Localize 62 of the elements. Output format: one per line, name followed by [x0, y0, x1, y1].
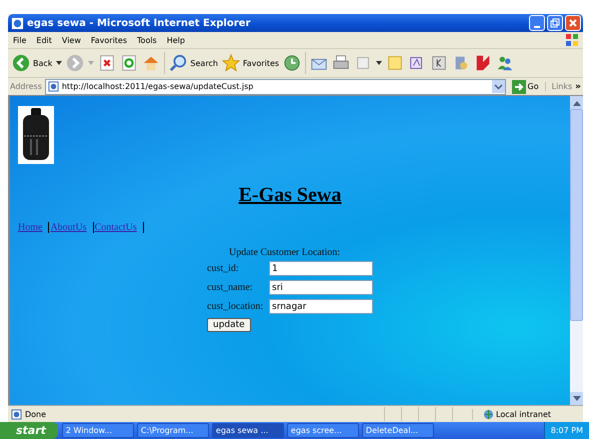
minimize-button[interactable] — [529, 15, 545, 31]
favorites-button[interactable]: Favorites — [222, 54, 280, 72]
dropdown-arrow-icon[interactable] — [56, 61, 62, 65]
taskbar-button[interactable]: C:\Program... — [136, 423, 209, 438]
zone-text: Local intranet — [496, 410, 552, 418]
links-label[interactable]: Links — [544, 82, 572, 91]
windows-logo-icon — [565, 33, 579, 47]
nav-link[interactable]: AboutUs — [50, 222, 94, 233]
menu-item[interactable]: Tools — [132, 36, 162, 44]
dropdown-arrow-icon[interactable] — [376, 61, 382, 65]
field-label: cust_id: — [207, 263, 240, 274]
chevron-text[interactable]: » — [575, 82, 581, 92]
menu-item[interactable]: File — [8, 36, 32, 44]
input-field[interactable]: srnagar — [269, 299, 373, 314]
taskbar-button[interactable]: 2 Window... — [62, 423, 134, 438]
input-field[interactable]: sri — [269, 280, 373, 295]
taskbar-button[interactable]: egas sewa ... — [212, 423, 284, 438]
scrollbar-thumb[interactable] — [570, 109, 583, 321]
refresh-icon[interactable] — [120, 54, 138, 72]
taskbar-button[interactable]: egas scree... — [286, 423, 359, 438]
stop-icon[interactable] — [98, 54, 116, 72]
menu-item[interactable]: Edit — [31, 36, 57, 44]
form-title: Update Customer Location: — [229, 247, 342, 258]
search-button[interactable]: Search — [169, 54, 218, 72]
update-button[interactable]: update — [207, 318, 251, 332]
back-button[interactable]: Back — [12, 54, 52, 72]
window-title: egas sewa - Microsoft Internet Explorer — [27, 18, 252, 28]
menu-item[interactable]: Help — [162, 36, 190, 44]
address-field[interactable]: http://localhost:2011/egas-sewa/updateCust.jsp — [44, 78, 506, 94]
people-icon[interactable] — [496, 54, 514, 72]
restore-button[interactable] — [547, 15, 563, 31]
close-icon — [568, 18, 578, 28]
menu-item[interactable]: Favorites — [86, 36, 132, 44]
page-icon — [48, 81, 59, 92]
restore-icon — [550, 18, 560, 28]
clock-text: 8:07 PM — [550, 426, 583, 435]
address-label: Address — [10, 82, 42, 91]
printer-icon[interactable] — [332, 54, 350, 72]
search-icon — [169, 54, 188, 72]
gas-cylinder-drawing — [18, 106, 54, 164]
scroll-down-icon[interactable] — [572, 396, 580, 402]
close-button[interactable] — [565, 15, 581, 31]
minimize-icon — [534, 26, 540, 28]
menu-item[interactable]: View — [56, 36, 86, 44]
input-field[interactable]: 1 — [269, 261, 373, 276]
field-label: cust_location: — [207, 301, 264, 312]
home-icon[interactable] — [142, 54, 160, 72]
field-label: cust_name: — [207, 282, 254, 293]
arrow-icon — [512, 80, 526, 94]
history-icon[interactable] — [283, 54, 302, 72]
start-button[interactable]: start — [0, 422, 58, 439]
scrollbar[interactable] — [570, 96, 583, 405]
page-icon — [11, 408, 22, 420]
scroll-up-icon[interactable] — [572, 100, 580, 106]
status-text: Done — [25, 410, 48, 418]
globe-icon — [483, 408, 494, 420]
nav-link[interactable]: ContactUs — [94, 222, 144, 233]
star-icon — [222, 54, 240, 72]
go-button[interactable]: Go — [508, 80, 542, 94]
taskbar-button[interactable]: DeleteDeal... — [362, 423, 434, 438]
browser-icon — [11, 16, 24, 30]
site-heading: E-Gas Sewa — [238, 184, 342, 206]
